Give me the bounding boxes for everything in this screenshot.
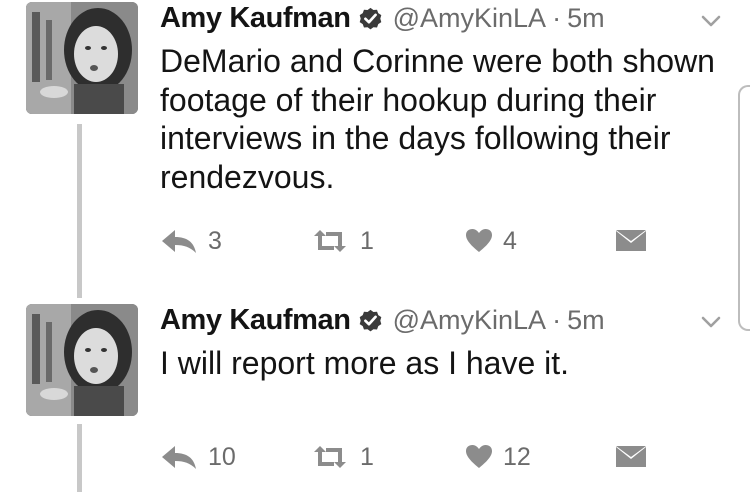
like-button[interactable]: 12: [465, 440, 531, 474]
tweet-text: I will report more as I have it.: [160, 345, 570, 381]
like-count: 4: [503, 226, 517, 255]
separator: ·: [552, 304, 562, 335]
tweet-actions: 3 1 4: [160, 224, 660, 258]
avatar[interactable]: [26, 2, 138, 114]
envelope-icon: [615, 229, 647, 253]
reply-count: 3: [208, 226, 222, 255]
reply-button[interactable]: 3: [160, 224, 222, 258]
message-button[interactable]: [615, 224, 647, 258]
author-handle[interactable]: @AmyKinLA: [393, 305, 546, 336]
reply-icon: [160, 444, 198, 470]
avatar[interactable]: [26, 304, 138, 416]
envelope-icon: [615, 445, 647, 469]
message-button[interactable]: [615, 440, 647, 474]
heart-icon: [465, 444, 493, 470]
author-name[interactable]: Amy Kaufman: [160, 304, 351, 337]
tweet[interactable]: Amy Kaufman @AmyKinLA · 5m I will report…: [0, 300, 750, 492]
tweet-header: Amy Kaufman @AmyKinLA · 5m: [160, 302, 605, 338]
verified-badge-icon: [357, 307, 384, 334]
heart-icon: [465, 228, 493, 254]
chevron-down-icon[interactable]: [700, 13, 722, 29]
retweet-count: 1: [360, 226, 374, 255]
like-button[interactable]: 4: [465, 224, 517, 258]
timestamp[interactable]: 5m: [567, 305, 605, 336]
retweet-icon: [310, 444, 350, 470]
separator: ·: [552, 2, 562, 33]
retweet-icon: [310, 228, 350, 254]
reply-count: 10: [208, 442, 236, 471]
chevron-down-icon[interactable]: [700, 314, 722, 330]
verified-badge-icon: [357, 5, 384, 32]
retweet-button[interactable]: 1: [310, 224, 374, 258]
tweet[interactable]: Amy Kaufman @AmyKinLA · 5m DeMario and C…: [0, 0, 750, 290]
like-count: 12: [503, 442, 531, 471]
retweet-button[interactable]: 1: [310, 440, 374, 474]
tweet-text: DeMario and Corinne were both shown foot…: [160, 43, 715, 195]
timestamp[interactable]: 5m: [567, 3, 605, 34]
retweet-count: 1: [360, 442, 374, 471]
tweet-header: Amy Kaufman @AmyKinLA · 5m: [160, 0, 605, 36]
reply-icon: [160, 228, 198, 254]
reply-button[interactable]: 10: [160, 440, 236, 474]
author-handle[interactable]: @AmyKinLA: [393, 3, 546, 34]
author-name[interactable]: Amy Kaufman: [160, 2, 351, 35]
tweet-actions: 10 1 12: [160, 440, 660, 474]
